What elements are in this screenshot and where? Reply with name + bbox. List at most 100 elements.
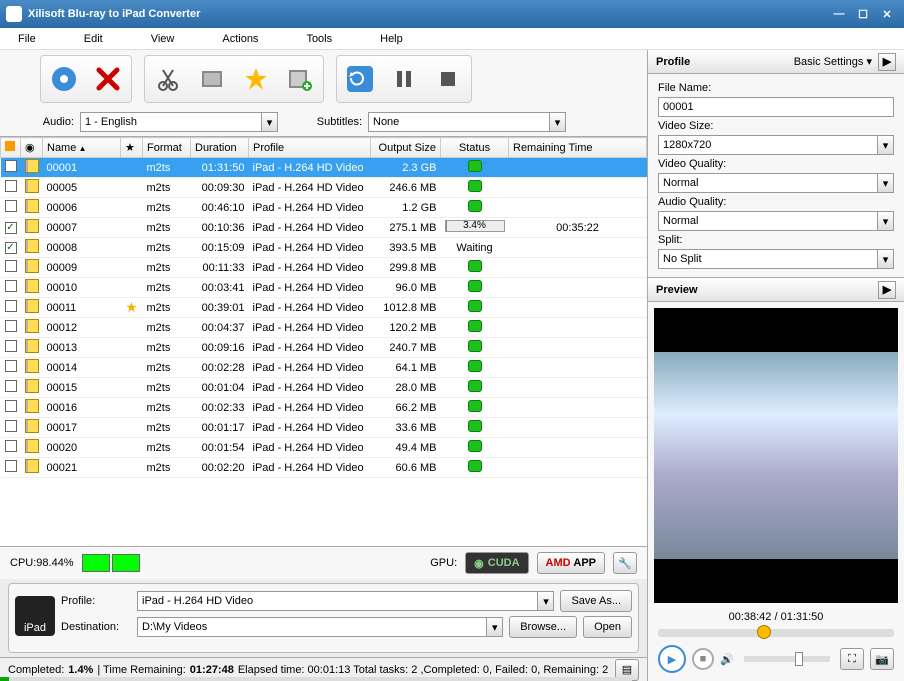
seek-slider[interactable] [658,629,894,637]
col-duration[interactable]: Duration [191,138,249,158]
table-row[interactable]: 00011★m2ts00:39:01iPad - H.264 HD Video1… [1,298,647,318]
volume-slider[interactable] [744,656,830,662]
table-row[interactable]: 00020m2ts00:01:54iPad - H.264 HD Video49… [1,438,647,458]
col-name[interactable]: Name [43,138,121,158]
table-row[interactable]: 00021m2ts00:02:20iPad - H.264 HD Video60… [1,458,647,478]
seek-knob[interactable] [757,625,771,639]
table-row[interactable]: 00007m2ts00:10:36iPad - H.264 HD Video27… [1,218,647,238]
destination-combo[interactable]: ▾ [137,617,503,637]
table-row[interactable]: 00005m2ts00:09:30iPad - H.264 HD Video24… [1,178,647,198]
pause-button[interactable] [383,58,425,100]
table-row[interactable]: 00012m2ts00:04:37iPad - H.264 HD Video12… [1,318,647,338]
amd-badge[interactable]: AMD APP [537,552,605,574]
cuda-badge[interactable]: ◉CUDA [465,552,528,574]
chevron-down-icon[interactable]: ▾ [486,618,502,636]
add-clip-button[interactable] [279,58,321,100]
save-as-button[interactable]: Save As... [560,590,632,612]
table-row[interactable]: 00008m2ts00:15:09iPad - H.264 HD Video39… [1,238,647,258]
table-row[interactable]: 00015m2ts00:01:04iPad - H.264 HD Video28… [1,378,647,398]
row-checkbox[interactable] [5,440,17,452]
stop-button[interactable] [427,58,469,100]
menu-edit[interactable]: Edit [84,33,103,45]
chevron-down-icon[interactable]: ▾ [549,113,565,131]
chevron-down-icon[interactable]: ▾ [877,174,893,192]
chevron-down-icon[interactable]: ▾ [261,113,277,131]
profile-input[interactable] [137,591,554,611]
preview-next-button[interactable]: ▶ [878,281,896,299]
row-checkbox[interactable] [5,380,17,392]
chevron-down-icon[interactable]: ▾ [877,250,893,268]
maximize-button[interactable]: ☐ [852,5,874,23]
effects-button[interactable] [235,58,277,100]
row-checkbox[interactable] [5,242,17,254]
audio-input[interactable] [80,112,278,132]
destination-input[interactable] [137,617,503,637]
chevron-down-icon[interactable]: ▾ [877,136,893,154]
col-profile[interactable]: Profile [249,138,371,158]
cut-button[interactable] [147,58,189,100]
table-row[interactable]: 00006m2ts00:46:10iPad - H.264 HD Video1.… [1,198,647,218]
col-output[interactable]: Output Size [371,138,441,158]
play-button[interactable]: ▶ [658,645,686,673]
subtitles-input[interactable] [368,112,566,132]
row-checkbox[interactable] [5,200,17,212]
volume-icon[interactable]: 🔊 [720,653,734,666]
menu-actions[interactable]: Actions [222,33,258,45]
row-checkbox[interactable] [5,180,17,192]
split-input[interactable] [658,249,894,269]
preview-video[interactable] [654,308,898,603]
remove-button[interactable] [87,58,129,100]
chevron-down-icon[interactable]: ▾ [877,212,893,230]
row-checkbox[interactable] [5,320,17,332]
star-icon[interactable]: ★ [125,299,138,315]
row-checkbox[interactable] [5,420,17,432]
col-remaining[interactable]: Remaining Time [509,138,647,158]
videosize-input[interactable] [658,135,894,155]
table-row[interactable]: 00013m2ts00:09:16iPad - H.264 HD Video24… [1,338,647,358]
table-row[interactable]: 00001m2ts01:31:50iPad - H.264 HD Video2.… [1,158,647,178]
row-checkbox[interactable] [5,160,17,172]
aquality-input[interactable] [658,211,894,231]
convert-button[interactable] [339,58,381,100]
vquality-input[interactable] [658,173,894,193]
col-play-icon[interactable]: ◉ [21,138,43,158]
row-checkbox[interactable] [5,260,17,272]
volume-knob[interactable] [795,652,803,666]
add-disc-button[interactable] [43,58,85,100]
row-checkbox[interactable] [5,340,17,352]
profile-combo[interactable]: ▾ [137,591,554,611]
table-row[interactable]: 00010m2ts00:03:41iPad - H.264 HD Video96… [1,278,647,298]
row-checkbox[interactable] [5,400,17,412]
menu-file[interactable]: File [18,33,36,45]
open-button[interactable]: Open [583,616,632,638]
table-row[interactable]: 00014m2ts00:02:28iPad - H.264 HD Video64… [1,358,647,378]
stop-preview-button[interactable]: ■ [692,648,714,670]
minimize-button[interactable]: — [828,5,850,23]
col-status[interactable]: Status [441,138,509,158]
row-checkbox[interactable] [5,280,17,292]
basic-settings-link[interactable]: Basic Settings ▾ [794,55,872,68]
select-all-icon[interactable] [5,141,15,151]
row-checkbox[interactable] [5,460,17,472]
fullscreen-button[interactable]: ⛶ [840,648,864,670]
chevron-down-icon[interactable]: ▾ [537,592,553,610]
row-checkbox[interactable] [5,360,17,372]
file-table[interactable]: ◉ Name ★ Format Duration Profile Output … [0,136,647,547]
menu-tools[interactable]: Tools [306,33,332,45]
subtitles-combo[interactable]: ▾ [368,112,566,132]
filename-input[interactable] [658,97,894,117]
browse-button[interactable]: Browse... [509,616,577,638]
col-star[interactable]: ★ [121,138,143,158]
gpu-settings-button[interactable]: 🔧 [613,552,637,574]
close-button[interactable]: ✕ [876,5,898,23]
menu-view[interactable]: View [151,33,175,45]
audio-combo[interactable]: ▾ [80,112,278,132]
row-checkbox[interactable] [5,222,17,234]
snapshot-button[interactable]: 📷 [870,648,894,670]
table-row[interactable]: 00009m2ts00:11:33iPad - H.264 HD Video29… [1,258,647,278]
profile-next-button[interactable]: ▶ [878,53,896,71]
table-row[interactable]: 00017m2ts00:01:17iPad - H.264 HD Video33… [1,418,647,438]
col-format[interactable]: Format [143,138,191,158]
menu-help[interactable]: Help [380,33,403,45]
table-row[interactable]: 00016m2ts00:02:33iPad - H.264 HD Video66… [1,398,647,418]
